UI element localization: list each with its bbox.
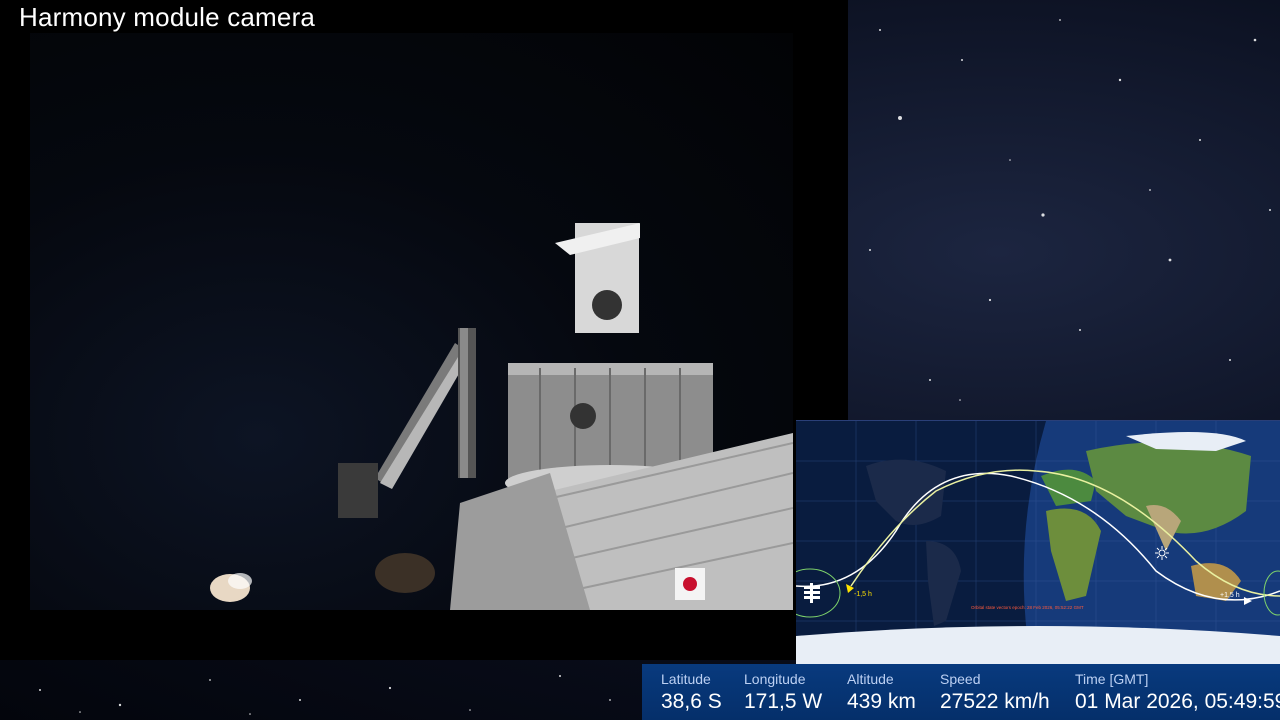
plus-time-label: +1,5 h — [1220, 592, 1240, 599]
station-structure — [210, 433, 793, 610]
minus-time-label: -1,5 h — [854, 591, 872, 598]
orbital-note: Orbital state vectors epoch: 28 Feb 2026… — [971, 605, 1084, 610]
camera-title: Harmony module camera — [19, 2, 316, 32]
time-label: Time [GMT] — [1075, 671, 1149, 687]
altitude-label: Altitude — [847, 671, 894, 687]
latitude-value: 38,6 S — [661, 690, 722, 713]
camera-feed — [30, 33, 793, 610]
ground-track-map: -1,5 h +1,5 h Orbital state vectors epoc… — [796, 420, 1280, 665]
robotic-arm — [338, 328, 476, 518]
telemetry-bar: Latitude 38,6 S Longitude 171,5 W Altitu… — [642, 664, 1280, 720]
longitude-label: Longitude — [744, 671, 806, 687]
speed-label: Speed — [940, 671, 981, 687]
speed-value: 27522 km/h — [940, 690, 1050, 713]
time-value: 01 Mar 2026, 05:49:59 — [1075, 690, 1280, 713]
longitude-value: 171,5 W — [744, 690, 823, 713]
altitude-value: 439 km — [847, 690, 916, 713]
latitude-label: Latitude — [661, 671, 711, 687]
